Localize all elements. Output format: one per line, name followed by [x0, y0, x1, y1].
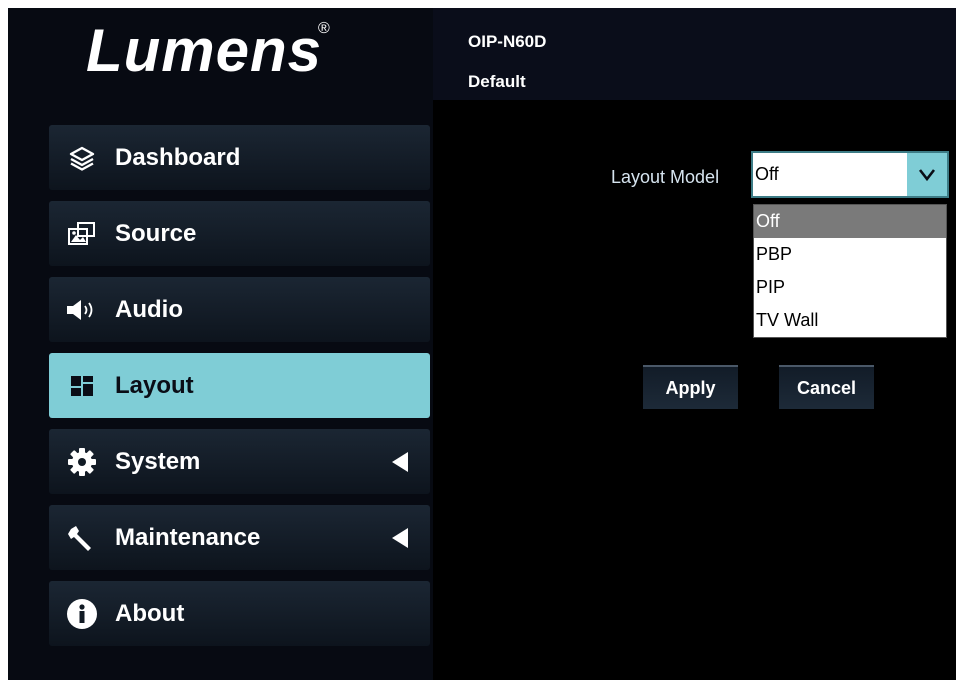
apply-button[interactable]: Apply	[643, 365, 738, 409]
registered-mark: ®	[318, 20, 330, 37]
layout-panel: Layout Model Off Off PBP PIP TV Wall App…	[433, 100, 956, 680]
dropdown-option-tv-wall[interactable]: TV Wall	[754, 304, 946, 337]
header-bar: OIP-N60D Default	[433, 8, 956, 100]
dropdown-option-pip[interactable]: PIP	[754, 271, 946, 304]
expand-arrow-icon	[392, 452, 408, 472]
app-frame: Lumens ® Dashboard Source Audio Layout S…	[8, 8, 956, 680]
sidebar-nav: Dashboard Source Audio Layout System Mai…	[49, 125, 430, 657]
chevron-down-icon[interactable]	[907, 153, 947, 196]
logo-text: Lumens	[86, 17, 323, 84]
sidebar: Lumens ® Dashboard Source Audio Layout S…	[8, 8, 433, 680]
sidebar-item-label: System	[115, 447, 201, 475]
sidebar-item-label: Layout	[115, 371, 194, 399]
speaker-icon	[65, 296, 99, 324]
info-icon	[65, 598, 99, 629]
layout-grid-icon	[65, 372, 99, 400]
layout-model-value: Off	[755, 164, 779, 184]
sidebar-item-system[interactable]: System	[49, 429, 430, 494]
device-model: OIP-N60D	[468, 32, 547, 51]
sidebar-item-maintenance[interactable]: Maintenance	[49, 505, 430, 570]
sidebar-item-label: Audio	[115, 295, 183, 323]
lumens-logo: Lumens ®	[86, 16, 330, 86]
sidebar-item-label: About	[115, 599, 185, 627]
sidebar-item-layout[interactable]: Layout	[49, 353, 430, 418]
sidebar-item-about[interactable]: About	[49, 581, 430, 646]
sidebar-item-dashboard[interactable]: Dashboard	[49, 125, 430, 190]
sidebar-item-label: Maintenance	[115, 523, 261, 551]
dropdown-option-pbp[interactable]: PBP	[754, 238, 946, 271]
preset-name: Default	[468, 72, 526, 91]
sidebar-item-label: Dashboard	[115, 143, 241, 171]
sidebar-item-source[interactable]: Source	[49, 201, 430, 266]
gear-icon	[65, 447, 99, 476]
image-source-icon	[65, 220, 99, 248]
dropdown-option-off[interactable]: Off	[754, 205, 946, 238]
expand-arrow-icon	[392, 528, 408, 548]
wrench-icon	[65, 524, 99, 552]
layers-icon	[65, 144, 99, 172]
sidebar-item-label: Source	[115, 219, 197, 247]
cancel-button[interactable]: Cancel	[779, 365, 874, 409]
layout-model-label: Layout Model	[611, 167, 720, 187]
layout-model-select[interactable]: Off	[751, 151, 949, 198]
layout-model-dropdown: Off PBP PIP TV Wall	[753, 204, 947, 338]
sidebar-item-audio[interactable]: Audio	[49, 277, 430, 342]
